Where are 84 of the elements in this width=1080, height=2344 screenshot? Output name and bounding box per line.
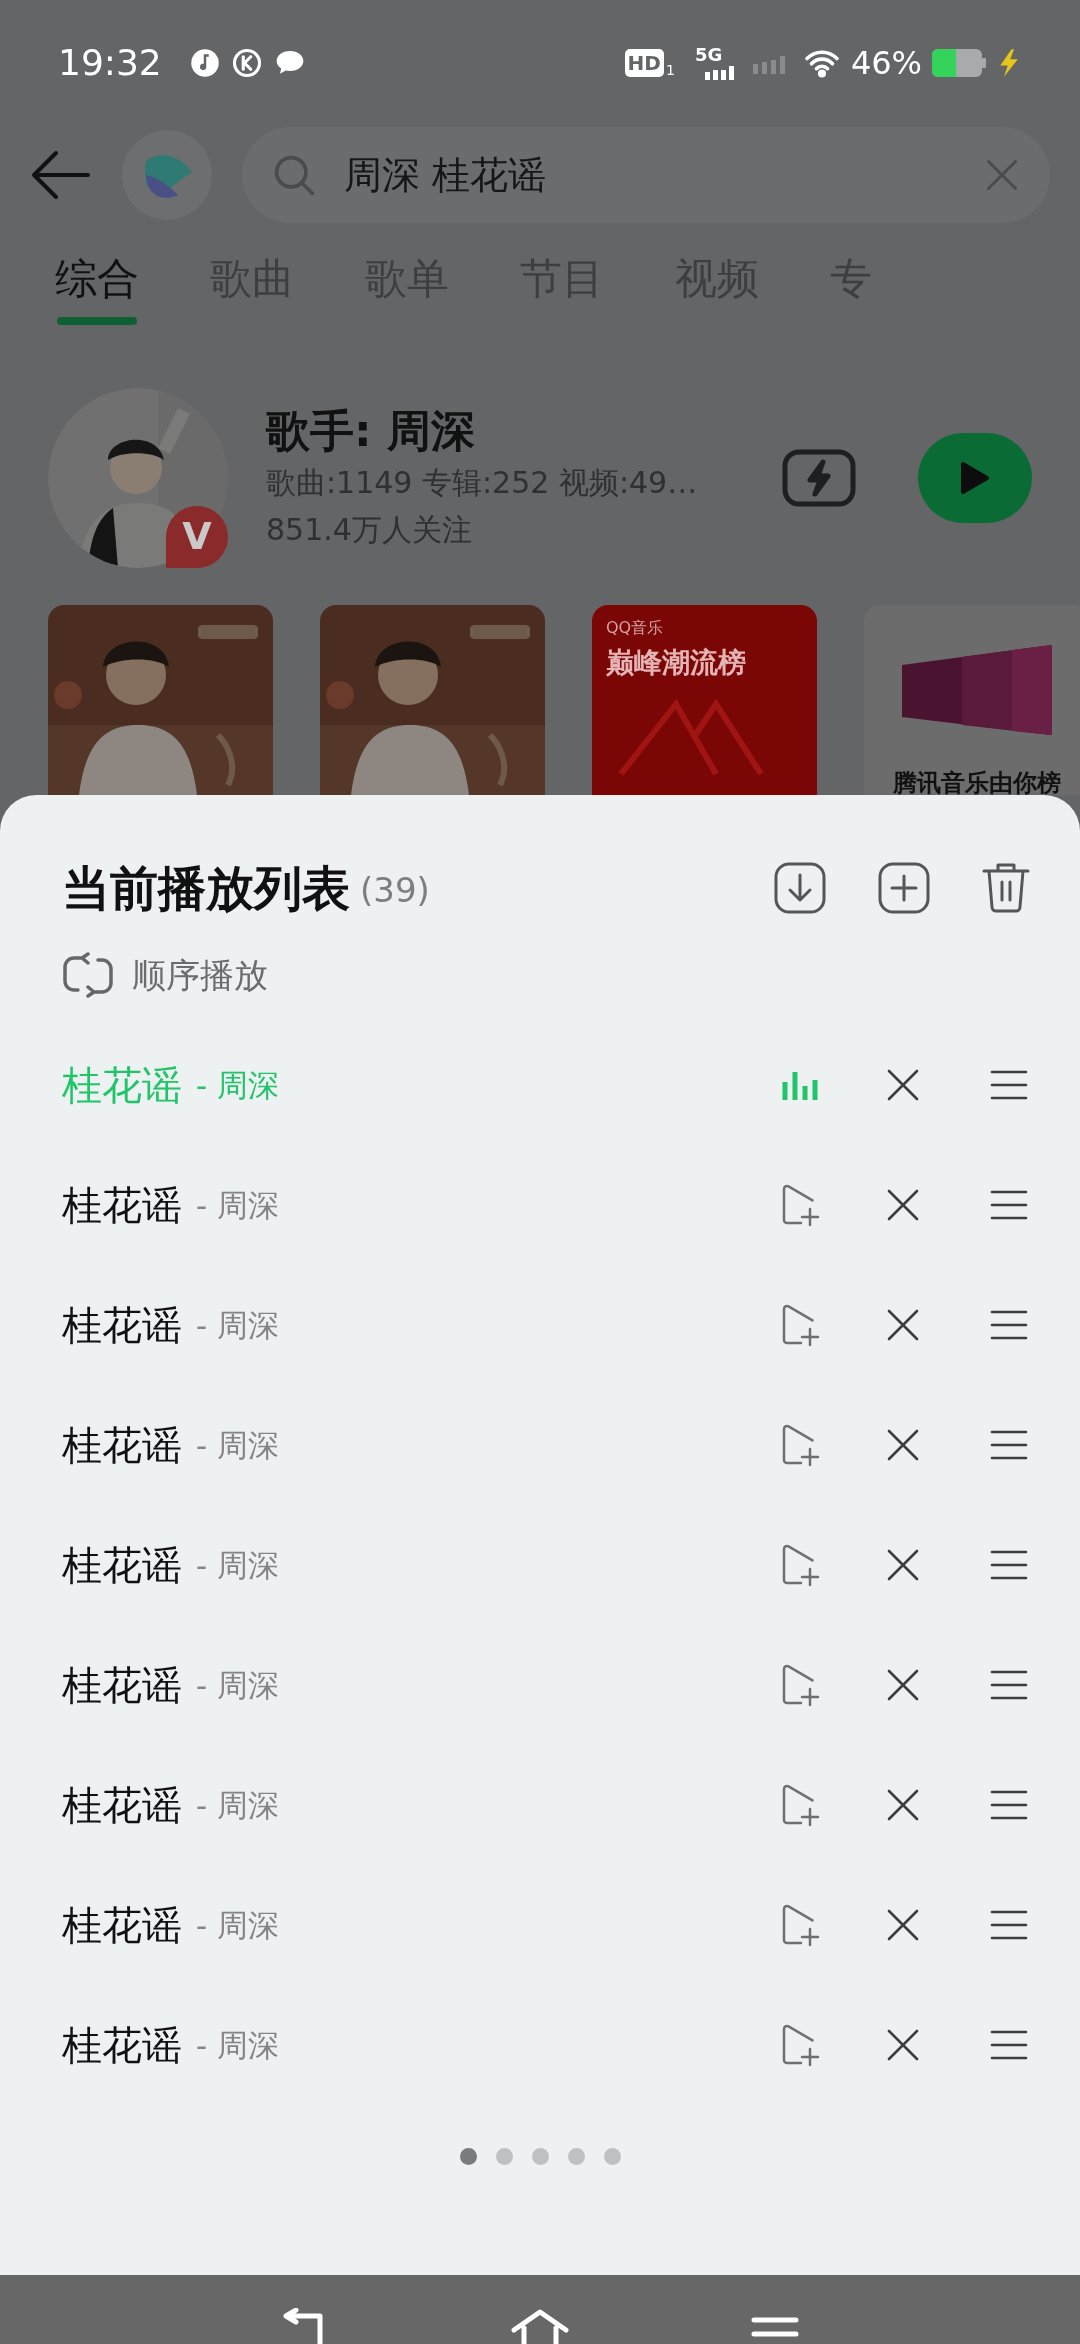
song-title: 桂花谣 xyxy=(62,1901,182,1950)
brand-label: QQ音乐 xyxy=(606,617,665,639)
song-row[interactable]: 桂花谣 - 周深 xyxy=(0,1865,1080,1985)
song-row[interactable]: 桂花谣 - 周深 xyxy=(0,1265,1080,1385)
home-icon[interactable] xyxy=(510,2308,570,2344)
drag-handle-icon[interactable] xyxy=(990,1789,1028,1821)
add-icon[interactable] xyxy=(878,861,930,914)
song-title: 桂花谣 xyxy=(62,1061,182,1110)
wifi-icon xyxy=(802,47,841,78)
close-icon[interactable] xyxy=(886,1788,920,1822)
drag-handle-icon[interactable] xyxy=(990,1549,1028,1581)
drag-handle-icon[interactable] xyxy=(990,1669,1028,1701)
add-to-playlist-icon[interactable] xyxy=(781,2023,821,2067)
close-icon[interactable] xyxy=(886,1428,920,1462)
song-artist: - 周深 xyxy=(196,1065,280,1105)
sheet-title: 当前播放列表 xyxy=(62,858,350,918)
song-artist: - 周深 xyxy=(196,2025,280,2065)
song-row[interactable]: 桂花谣 - 周深 xyxy=(0,1505,1080,1625)
sim-number: 1 xyxy=(665,62,675,77)
clock-time: 19:32 xyxy=(58,40,162,85)
song-title: 桂花谣 xyxy=(62,1301,182,1350)
drag-handle-icon[interactable] xyxy=(990,2029,1028,2061)
back-arrow-icon[interactable] xyxy=(30,150,92,200)
song-row[interactable]: 桂花谣 - 周深 xyxy=(0,1625,1080,1745)
song-artist: - 周深 xyxy=(196,1425,280,1465)
song-artist: - 周深 xyxy=(196,1785,280,1825)
drag-handle-icon[interactable] xyxy=(990,1189,1028,1221)
hd-badge: HD xyxy=(624,48,664,77)
play-icon xyxy=(960,460,990,495)
song-artist: - 周深 xyxy=(196,1905,280,1945)
music-note-icon xyxy=(189,47,220,78)
add-to-playlist-icon[interactable] xyxy=(781,1783,821,1827)
close-icon[interactable] xyxy=(886,1308,920,1342)
chart-card[interactable]: QQ音乐 巅峰潮流榜 xyxy=(592,605,817,795)
song-title: 桂花谣 xyxy=(62,1421,182,1470)
drag-handle-icon[interactable] xyxy=(990,1909,1028,1941)
add-to-playlist-icon[interactable] xyxy=(781,1903,821,1947)
bars-logo-icon xyxy=(901,645,1052,735)
add-to-playlist-icon[interactable] xyxy=(781,1183,821,1227)
song-artist: - 周深 xyxy=(196,1545,280,1585)
category-tab[interactable]: 综合 xyxy=(55,249,139,330)
close-icon[interactable] xyxy=(886,2028,920,2062)
trash-icon[interactable] xyxy=(982,861,1030,914)
repeat-icon xyxy=(62,952,114,998)
song-count: (39) xyxy=(360,869,430,912)
card-title: 腾讯音乐由你榜 xyxy=(892,768,1061,795)
verified-badge: V xyxy=(166,505,228,568)
search-field[interactable]: 周深 桂花谣 xyxy=(242,127,1050,223)
song-title: 桂花谣 xyxy=(62,1541,182,1590)
drag-handle-icon[interactable] xyxy=(990,1429,1028,1461)
artist-title: 歌手: 周深 xyxy=(266,403,476,458)
network-type: 5G xyxy=(694,45,723,64)
download-icon[interactable] xyxy=(774,861,826,914)
song-title: 桂花谣 xyxy=(62,1781,182,1830)
drag-handle-icon[interactable] xyxy=(990,1069,1028,1101)
close-icon[interactable] xyxy=(886,1668,920,1702)
lightning-icon[interactable] xyxy=(782,448,856,507)
chart-card[interactable]: 腾讯音乐由你榜 xyxy=(864,605,1080,795)
add-to-playlist-icon[interactable] xyxy=(781,1543,821,1587)
close-icon[interactable] xyxy=(886,1548,920,1582)
add-to-playlist-icon[interactable] xyxy=(781,1423,821,1467)
song-artist: - 周深 xyxy=(196,1185,280,1225)
song-artist: - 周深 xyxy=(196,1305,280,1345)
close-icon[interactable] xyxy=(886,1908,920,1942)
song-row[interactable]: 桂花谣 - 周深 xyxy=(0,1745,1080,1865)
search-icon xyxy=(272,153,316,197)
add-to-playlist-icon[interactable] xyxy=(781,1663,821,1707)
song-row[interactable]: 桂花谣 - 周深 xyxy=(0,1985,1080,2105)
card-title: 巅峰潮流榜 xyxy=(606,645,747,681)
k-circle-icon xyxy=(231,47,262,78)
song-title: 桂花谣 xyxy=(62,1181,182,1230)
song-artist: - 周深 xyxy=(196,1665,280,1705)
song-title: 桂花谣 xyxy=(62,1661,182,1710)
battery-percent: 46% xyxy=(850,42,922,84)
song-row[interactable]: 桂花谣 - 周深 xyxy=(0,1385,1080,1505)
search-value: 周深 桂花谣 xyxy=(344,151,548,199)
play-mode-toggle[interactable]: 顺序播放 xyxy=(0,925,278,1025)
close-icon[interactable] xyxy=(886,1188,920,1222)
close-icon[interactable] xyxy=(886,1068,920,1102)
drag-handle-icon[interactable] xyxy=(990,1309,1028,1341)
song-title: 桂花谣 xyxy=(62,2021,182,2070)
add-to-playlist-icon[interactable] xyxy=(781,1303,821,1347)
battery-icon xyxy=(932,48,986,77)
song-row[interactable]: 桂花谣 - 周深 xyxy=(0,1145,1080,1265)
